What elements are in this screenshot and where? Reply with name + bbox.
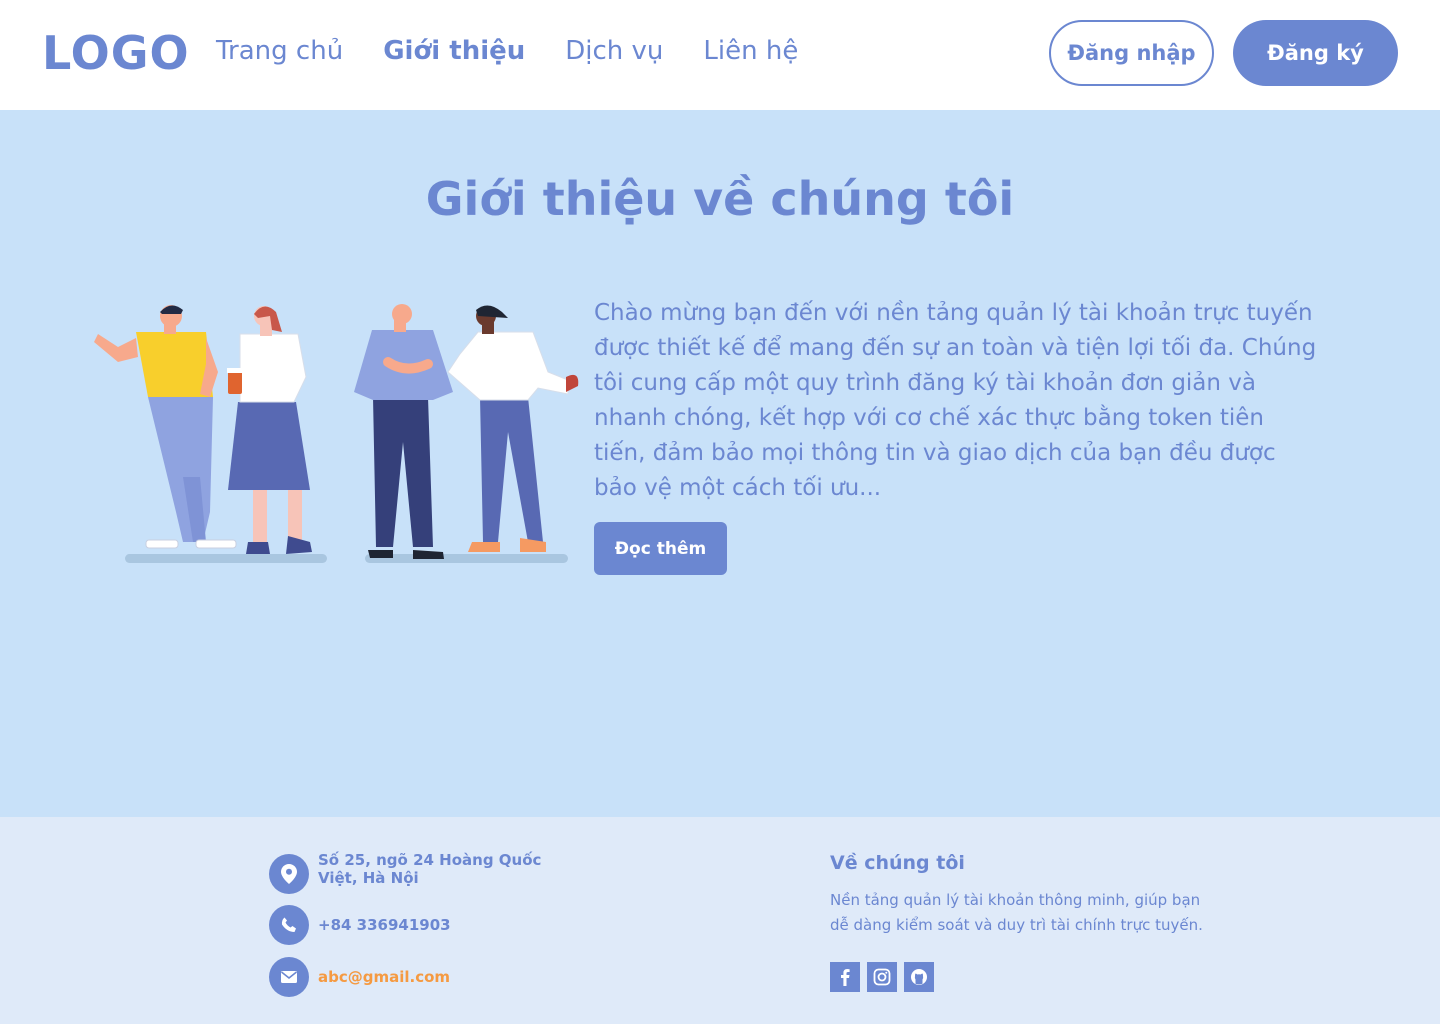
- phone-icon: [269, 905, 309, 945]
- github-icon[interactable]: [904, 962, 934, 992]
- site-footer: Số 25, ngõ 24 Hoàng Quốc Việt, Hà Nội +8…: [0, 817, 1440, 1024]
- email-text[interactable]: abc@gmail.com: [318, 968, 568, 986]
- main-nav: Trang chủ Giới thiệu Dịch vụ Liên hệ: [216, 36, 798, 66]
- address-text: Số 25, ngõ 24 Hoàng Quốc Việt, Hà Nội: [318, 851, 542, 887]
- signup-button[interactable]: Đăng ký: [1233, 20, 1398, 86]
- logo[interactable]: LOGO: [42, 26, 190, 80]
- mail-icon: [269, 957, 309, 997]
- nav-services[interactable]: Dịch vụ: [565, 36, 663, 66]
- nav-home[interactable]: Trang chủ: [216, 36, 343, 66]
- location-icon: [269, 854, 309, 894]
- footer-about-text: Nền tảng quản lý tài khoản thông minh, g…: [830, 891, 1203, 934]
- social-links: [830, 962, 934, 992]
- page-title: Giới thiệu về chúng tôi: [425, 172, 1015, 226]
- footer-about-title: Về chúng tôi: [830, 852, 965, 874]
- about-paragraph: Chào mừng bạn đến với nền tảng quản lý t…: [594, 300, 1317, 501]
- about-section: Giới thiệu về chúng tôi Chào mừng bạn đế…: [0, 110, 1440, 817]
- site-header: LOGO Trang chủ Giới thiệu Dịch vụ Liên h…: [0, 0, 1440, 110]
- email-row: abc@gmail.com: [269, 957, 568, 997]
- nav-about[interactable]: Giới thiệu: [383, 36, 525, 66]
- phone-row: +84 336941903: [269, 905, 568, 945]
- instagram-icon[interactable]: [867, 962, 897, 992]
- nav-contact[interactable]: Liên hệ: [703, 36, 798, 66]
- facebook-icon[interactable]: [830, 962, 860, 992]
- address-row: Số 25, ngõ 24 Hoàng Quốc Việt, Hà Nội: [269, 851, 568, 894]
- read-more-button[interactable]: Đọc thêm: [594, 522, 727, 575]
- phone-text[interactable]: +84 336941903: [318, 916, 568, 934]
- login-button[interactable]: Đăng nhập: [1049, 20, 1214, 86]
- people-talking-illustration: [94, 304, 579, 563]
